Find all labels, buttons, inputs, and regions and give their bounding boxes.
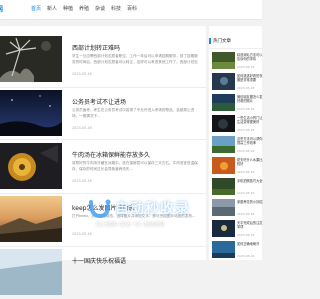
article-title[interactable]: 十一国庆快乐祝福语 — [72, 256, 126, 265]
sidebar-item-date: 2023-05-16 — [237, 191, 255, 195]
top-navbar: 网 首页 新人 种植 养殖 杂谈 科技 百科 — [0, 0, 262, 20]
nav-farming[interactable]: 养殖 — [76, 5, 92, 12]
sidebar-item-date: 2023-05-16 — [237, 254, 255, 258]
sidebar-item-title[interactable]: 如何挑选好看的衣服是非常重要 — [237, 74, 263, 86]
sidebar-title: 热门文章 — [213, 39, 231, 44]
sidebar-thumbnail[interactable] — [212, 52, 235, 69]
article-date: 2023-05-16 — [72, 179, 92, 183]
sidebar-thumbnail[interactable] — [212, 178, 235, 195]
sidebar-item[interactable]: 一些生活小窍门让生活变得更美好 2023-05-16 — [212, 115, 263, 135]
sidebar-item[interactable]: 夏天吃什么水果比较好 2023-05-16 — [212, 157, 263, 177]
watermark-text: 自动秒收录 — [115, 201, 190, 217]
watermark-logo-icon — [89, 199, 111, 219]
article-title[interactable]: 牛肉汤在冰箱保鲜能存放多久 — [72, 150, 150, 159]
divider — [209, 48, 262, 49]
article-excerpt: 公务员面考，考生在公务员考试中若带了不允许进入考场的物品，会被禁止进场，一般情况… — [72, 108, 195, 118]
article-title[interactable]: 西部计划转正难吗 — [72, 43, 120, 52]
sidebar-item-title[interactable]: 精选润毛方法可以告诉你的事情 — [237, 53, 263, 65]
sidebar-item[interactable]: 如何挑选好看的衣服是非常重要 2023-05-16 — [212, 73, 263, 93]
section-marker — [209, 38, 211, 44]
sidebar-thumbnail[interactable] — [212, 115, 235, 132]
sidebar-thumbnail[interactable] — [212, 73, 235, 90]
nav-newbie[interactable]: 新人 — [44, 5, 60, 12]
sidebar-item-title[interactable]: 一些生活小窍门让生活变得更美好 — [237, 116, 263, 128]
sidebar-item-title[interactable]: 手机拍照技巧大全 — [237, 179, 263, 191]
sidebar-item[interactable]: 手机拍照技巧大全 2023-05-16 — [212, 178, 263, 198]
divider — [0, 87, 206, 88]
sidebar-item-date: 2023-05-16 — [237, 86, 255, 90]
nav-tech[interactable]: 科技 — [108, 5, 124, 12]
watermark-overlay: 自动秒收录 线上链接→来访一次→自动收录 — [88, 198, 248, 238]
sidebar-item-date: 2023-05-16 — [237, 170, 255, 174]
sidebar-item-title[interactable]: 微信朋友圈怎么发好看的照片 — [237, 95, 263, 107]
article-thumbnail[interactable] — [0, 90, 62, 136]
article-card[interactable]: 公务员考试不让进场 公务员面考，考生在公务员考试中若带了不允许进入考场的物品，会… — [0, 90, 206, 140]
sidebar-thumbnail[interactable] — [212, 241, 235, 258]
sidebar-item-title[interactable]: 如何正确地刷牙 — [237, 242, 263, 254]
divider — [0, 139, 206, 140]
article-title[interactable]: 公务员考试不让进场 — [72, 97, 126, 106]
main-nav: 首页 新人 种植 养殖 杂谈 科技 百科 — [28, 5, 140, 12]
sidebar-item[interactable]: 精选润毛方法可以告诉你的事情 2023-05-16 — [212, 52, 263, 72]
article-thumbnail[interactable] — [0, 36, 62, 82]
watermark-subtext: 线上链接→来访一次→自动收录 — [96, 222, 165, 228]
nav-planting[interactable]: 种植 — [60, 5, 76, 12]
nav-misc[interactable]: 杂谈 — [92, 5, 108, 12]
article-thumbnail[interactable] — [0, 249, 62, 295]
sidebar-thumbnail[interactable] — [212, 94, 235, 111]
article-card[interactable]: 西部计划转正难吗 学生一旦应聘西部计划志愿者职位，工作一年后可以申请延期服务，到… — [0, 36, 206, 86]
article-date: 2023-05-16 — [72, 126, 92, 130]
article-thumbnail[interactable] — [0, 196, 62, 242]
sidebar-item-date: 2023-05-16 — [237, 128, 255, 132]
sidebar-item-date: 2023-05-16 — [237, 65, 255, 69]
nav-wiki[interactable]: 百科 — [124, 5, 140, 12]
sidebar-item[interactable]: 微信朋友圈怎么发好看的照片 2023-05-16 — [212, 94, 263, 114]
article-card[interactable]: 牛肉汤在冰箱保鲜能存放多久 将熬好的牛肉汤冷藏在冰箱中，放在保鲜层可以保存三天左… — [0, 143, 206, 193]
divider — [0, 246, 206, 247]
article-thumbnail[interactable] — [0, 143, 62, 189]
sidebar-item-date: 2023-05-16 — [237, 149, 255, 153]
article-date: 2023-05-16 — [72, 72, 92, 76]
sidebar-thumbnail[interactable] — [212, 157, 235, 174]
site-logo[interactable]: 网 — [0, 4, 3, 14]
sidebar-thumbnail[interactable] — [212, 136, 235, 153]
sidebar-item-title[interactable]: 这些方法可以帮你提高工作效率 — [237, 137, 263, 149]
sidebar-item-title[interactable]: 夏天吃什么水果比较好 — [237, 158, 263, 170]
article-excerpt: 学生一旦应聘西部计划志愿者职位，工作一年后可以申请延期服务，到了延期服务的时间后… — [72, 54, 198, 64]
sidebar-item[interactable]: 如何正确地刷牙 2023-05-16 — [212, 241, 262, 261]
divider — [0, 193, 206, 194]
article-card[interactable]: 十一国庆快乐祝福语 — [0, 249, 206, 299]
nav-home[interactable]: 首页 — [28, 5, 44, 12]
article-excerpt: 将熬好的牛肉汤冷藏在冰箱中，放在保鲜层可以保存三天左右。牛肉汤宜低温保存，保存的… — [72, 161, 198, 171]
sidebar-item-date: 2023-05-16 — [237, 107, 255, 111]
sidebar-item[interactable]: 这些方法可以帮你提高工作效率 2023-05-16 — [212, 136, 263, 156]
